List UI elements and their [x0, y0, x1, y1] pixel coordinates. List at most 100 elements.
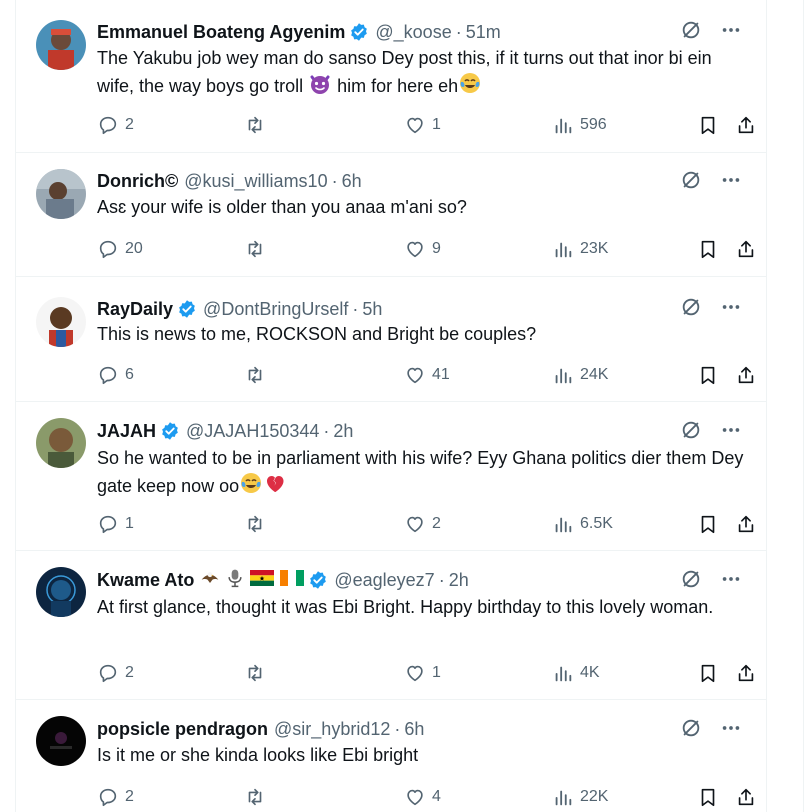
bookmark-button[interactable]	[697, 785, 719, 809]
timestamp[interactable]: 5h	[362, 299, 382, 320]
view-count: 24K	[580, 366, 609, 383]
like-count: 41	[432, 366, 450, 383]
tweet-header: JAJAH @JAJAH150344 · 2h	[97, 420, 354, 442]
timestamp[interactable]: 2h	[333, 421, 353, 442]
share-button[interactable]	[735, 785, 757, 809]
like-count: 1	[432, 664, 441, 681]
avatar[interactable]	[36, 20, 86, 70]
retweet-button[interactable]	[244, 363, 266, 387]
bookmark-button[interactable]	[697, 237, 719, 261]
retweet-button[interactable]	[244, 113, 266, 137]
avatar[interactable]	[36, 297, 86, 347]
like-button[interactable]: 1	[404, 113, 441, 137]
share-button[interactable]	[735, 363, 757, 387]
tweet-text: The Yakubu job wey man do sanso Dey post…	[97, 46, 747, 102]
avatar[interactable]	[36, 418, 86, 468]
author-name[interactable]: Emmanuel Boateng Agyenim	[97, 22, 345, 43]
retweet-icon	[248, 116, 262, 134]
author-handle[interactable]: @kusi_williams10	[184, 171, 327, 192]
grok-icon[interactable]	[680, 419, 702, 441]
like-button[interactable]: 41	[404, 363, 450, 387]
views-button[interactable]: 4K	[552, 661, 600, 685]
bookmark-button[interactable]	[697, 363, 719, 387]
grok-icon[interactable]	[680, 169, 702, 191]
like-count: 9	[432, 240, 441, 257]
views-button[interactable]: 6.5K	[552, 512, 613, 536]
retweet-button[interactable]	[244, 661, 266, 685]
grok-icon[interactable]	[680, 568, 702, 590]
avatar[interactable]	[36, 169, 86, 219]
broken-heart-icon	[263, 471, 287, 502]
author-name[interactable]: popsicle pendragon	[97, 719, 268, 740]
reply-button[interactable]: 20	[97, 237, 143, 261]
tweet-header: Kwame Ato @eagleyez7 · 2h	[97, 568, 469, 592]
more-icon[interactable]	[720, 419, 742, 441]
share-icon	[738, 240, 754, 258]
author-name[interactable]: Donrich©	[97, 171, 178, 192]
tweet[interactable]: Emmanuel Boateng Agyenim @_koose · 51m T…	[16, 0, 766, 153]
retweet-icon	[248, 664, 262, 682]
reply-button[interactable]: 6	[97, 363, 134, 387]
avatar[interactable]	[36, 716, 86, 766]
author-name[interactable]: Kwame Ato	[97, 570, 194, 591]
bookmark-button[interactable]	[697, 512, 719, 536]
more-icon[interactable]	[720, 568, 742, 590]
avatar[interactable]	[36, 567, 86, 617]
views-button[interactable]: 23K	[552, 237, 608, 261]
author-name[interactable]: JAJAH	[97, 421, 156, 442]
author-handle[interactable]: @sir_hybrid12	[274, 719, 390, 740]
share-button[interactable]	[735, 237, 757, 261]
views-button[interactable]: 596	[552, 113, 607, 137]
more-icon[interactable]	[720, 717, 742, 739]
like-button[interactable]: 9	[404, 237, 441, 261]
more-icon[interactable]	[720, 296, 742, 318]
bookmark-icon	[701, 515, 715, 534]
grok-icon[interactable]	[680, 19, 702, 41]
share-button[interactable]	[735, 512, 757, 536]
reply-button[interactable]: 2	[97, 785, 134, 809]
bookmark-button[interactable]	[697, 661, 719, 685]
reply-icon	[99, 664, 117, 683]
retweet-button[interactable]	[244, 785, 266, 809]
timestamp[interactable]: 2h	[449, 570, 469, 591]
author-handle[interactable]: @DontBringUrself	[203, 299, 348, 320]
like-icon	[407, 367, 423, 384]
views-button[interactable]: 24K	[552, 363, 608, 387]
tweet-text: Asɛ your wife is older than you anaa m'a…	[97, 197, 467, 217]
tweet[interactable]: JAJAH @JAJAH150344 · 2h So he wanted to …	[16, 402, 766, 551]
share-button[interactable]	[735, 661, 757, 685]
more-icon[interactable]	[720, 169, 742, 191]
like-button[interactable]: 1	[404, 661, 441, 685]
grok-icon[interactable]	[680, 717, 702, 739]
author-handle[interactable]: @_koose	[375, 22, 451, 43]
reply-button[interactable]: 1	[97, 512, 134, 536]
bookmark-icon	[701, 366, 715, 385]
reply-button[interactable]: 2	[97, 113, 134, 137]
reply-button[interactable]: 2	[97, 661, 134, 685]
bookmark-button[interactable]	[697, 113, 719, 137]
timestamp[interactable]: 6h	[342, 171, 362, 192]
tweet[interactable]: Kwame Ato @eagleyez7 · 2h At first glanc…	[16, 551, 766, 700]
more-icon[interactable]	[720, 19, 742, 41]
tweet[interactable]: RayDaily @DontBringUrself · 5h This is n…	[16, 277, 766, 402]
timestamp[interactable]: 51m	[466, 22, 501, 43]
retweet-button[interactable]	[244, 512, 266, 536]
views-button[interactable]: 22K	[552, 785, 608, 809]
view-count: 22K	[580, 788, 609, 805]
views-icon	[555, 368, 572, 384]
tweet-text: So he wanted to be in parliament with hi…	[97, 446, 747, 502]
author-handle[interactable]: @JAJAH150344	[186, 421, 319, 442]
bookmark-icon	[701, 788, 715, 807]
retweet-button[interactable]	[244, 237, 266, 261]
like-button[interactable]: 2	[404, 512, 441, 536]
tweet[interactable]: popsicle pendragon @sir_hybrid12 · 6h Is…	[16, 700, 766, 812]
like-button[interactable]: 4	[404, 785, 441, 809]
author-handle[interactable]: @eagleyez7	[334, 570, 434, 591]
bookmark-icon	[701, 116, 715, 135]
timestamp[interactable]: 6h	[404, 719, 424, 740]
tweet[interactable]: Donrich© @kusi_williams10 · 6h Asɛ your …	[16, 153, 766, 277]
grok-icon[interactable]	[680, 296, 702, 318]
author-name[interactable]: RayDaily	[97, 299, 173, 320]
share-button[interactable]	[735, 113, 757, 137]
reply-icon	[99, 788, 117, 807]
